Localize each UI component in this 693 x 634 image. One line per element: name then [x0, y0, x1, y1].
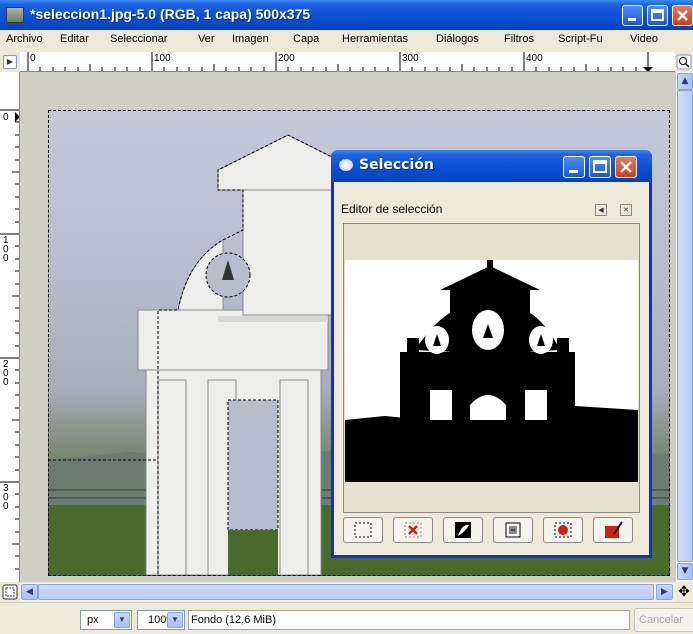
menu-filtros[interactable]: Filtros — [504, 33, 534, 45]
minimize-icon — [628, 18, 636, 21]
maximize-icon — [593, 160, 607, 173]
horizontal-scroll-row: ◀ ▶ ✥ — [0, 582, 693, 602]
zoom-toggle-corner[interactable] — [675, 52, 693, 72]
chevron-down-icon: ▼ — [114, 612, 130, 628]
menu-seleccionar[interactable]: Seleccionar — [110, 33, 167, 45]
dialog-minimize-button[interactable] — [563, 156, 585, 178]
scroll-left-arrow-icon[interactable]: ◀ — [21, 584, 38, 600]
unit-selector[interactable]: px ▼ — [80, 610, 132, 630]
selection-to-path-icon — [554, 522, 572, 538]
scroll-up-arrow-icon[interactable]: ▲ — [677, 73, 693, 90]
menu-archivo[interactable]: Archivo — [6, 33, 43, 45]
horizontal-ruler[interactable]: 0 100 200 300 400 — [20, 52, 675, 72]
horizontal-scroll-thumb[interactable] — [38, 584, 654, 600]
dialog-title: Selección — [359, 157, 434, 173]
selection-preview-frame — [343, 223, 640, 513]
zoom-icon — [676, 54, 692, 70]
stroke-selection-button[interactable] — [593, 517, 633, 543]
vruler-label-100: 100 — [3, 235, 9, 264]
selection-mask-image — [345, 260, 638, 482]
close-button[interactable] — [672, 5, 693, 26]
dock-close-icon[interactable]: ✕ — [620, 204, 632, 216]
invert-selection-icon — [455, 522, 471, 538]
selection-to-channel-icon — [505, 522, 521, 538]
close-icon — [620, 161, 632, 173]
dialog-maximize-button[interactable] — [589, 156, 611, 178]
hruler-label-400: 400 — [526, 53, 543, 64]
menu-imagen[interactable]: Imagen — [232, 33, 269, 45]
unit-value: px — [87, 614, 99, 626]
menu-dialogos[interactable]: Diálogos — [436, 33, 479, 45]
hruler-label-200: 200 — [278, 53, 295, 64]
hruler-label-0: 0 — [30, 53, 36, 64]
menu-script-fu[interactable]: Script-Fu — [558, 33, 603, 45]
dialog-close-button[interactable] — [615, 156, 637, 178]
stroke-selection-icon — [605, 521, 623, 538]
menu-capa[interactable]: Capa — [293, 33, 319, 45]
scroll-right-arrow-icon[interactable]: ▶ — [656, 584, 673, 600]
dock-menu-icon[interactable]: ◀ — [595, 204, 607, 216]
menu-ver[interactable]: Ver — [198, 33, 215, 45]
vertical-ruler[interactable]: 0 100 200 300 — [0, 72, 20, 582]
minimize-icon — [569, 170, 578, 173]
maximize-button[interactable] — [647, 5, 668, 26]
selection-mask-preview — [345, 260, 638, 482]
chevron-down-icon: ▼ — [167, 612, 183, 628]
dock-tab-label: Editor de selección — [341, 202, 443, 216]
horizontal-scrollbar[interactable]: ◀ ▶ — [20, 583, 675, 601]
vruler-label-200: 200 — [3, 359, 9, 388]
ruler-corner: ▶ — [0, 52, 20, 72]
minimize-button[interactable] — [622, 5, 643, 26]
close-icon — [677, 10, 688, 21]
image-menu-button[interactable]: ▶ — [3, 55, 17, 69]
selection-dialog[interactable]: Selección Editor de selección ◀ ✕ — [331, 150, 652, 558]
cancel-button[interactable]: Cancelar — [634, 608, 693, 632]
hruler-label-300: 300 — [402, 53, 419, 64]
scroll-down-arrow-icon[interactable]: ▼ — [677, 563, 693, 580]
dialog-app-icon — [339, 159, 353, 171]
status-info: Fondo (12,6 MiB) — [188, 610, 630, 630]
vruler-label-0: 0 — [3, 112, 9, 123]
vertical-scroll-thumb[interactable] — [677, 90, 693, 562]
select-none-button[interactable] — [393, 517, 433, 543]
navigate-icon[interactable]: ✥ — [675, 583, 693, 601]
selection-to-channel-button[interactable] — [493, 517, 533, 543]
invert-selection-button[interactable] — [443, 517, 483, 543]
menu-editar[interactable]: Editar — [60, 33, 89, 45]
window-titlebar[interactable]: *seleccion1.jpg-5.0 (RGB, 1 capa) 500x37… — [0, 0, 693, 30]
hruler-label-100: 100 — [154, 53, 171, 64]
select-none-icon — [404, 522, 422, 538]
menu-herramientas[interactable]: Herramientas — [342, 33, 408, 45]
vruler-label-300: 300 — [3, 483, 9, 512]
window-title: *seleccion1.jpg-5.0 (RGB, 1 capa) 500x37… — [30, 6, 311, 22]
image-window-icon — [6, 7, 24, 23]
selection-to-path-button[interactable] — [543, 517, 583, 543]
select-all-button[interactable] — [343, 517, 383, 543]
menu-video[interactable]: Video — [630, 33, 658, 45]
menu-bar: Archivo Editar Seleccionar Ver Imagen Ca… — [0, 30, 693, 50]
zoom-selector[interactable]: 100% ▼ — [137, 610, 185, 630]
dialog-titlebar[interactable]: Selección — [331, 150, 652, 182]
vertical-scrollbar[interactable]: ▲ ▼ — [675, 72, 693, 582]
select-all-icon — [354, 522, 372, 538]
horizontal-ruler-ticks — [27, 52, 653, 71]
quick-mask-toggle-icon[interactable] — [1, 583, 19, 601]
status-bar: px ▼ 100% ▼ Fondo (12,6 MiB) Cancelar — [0, 602, 693, 634]
maximize-icon — [651, 9, 664, 21]
